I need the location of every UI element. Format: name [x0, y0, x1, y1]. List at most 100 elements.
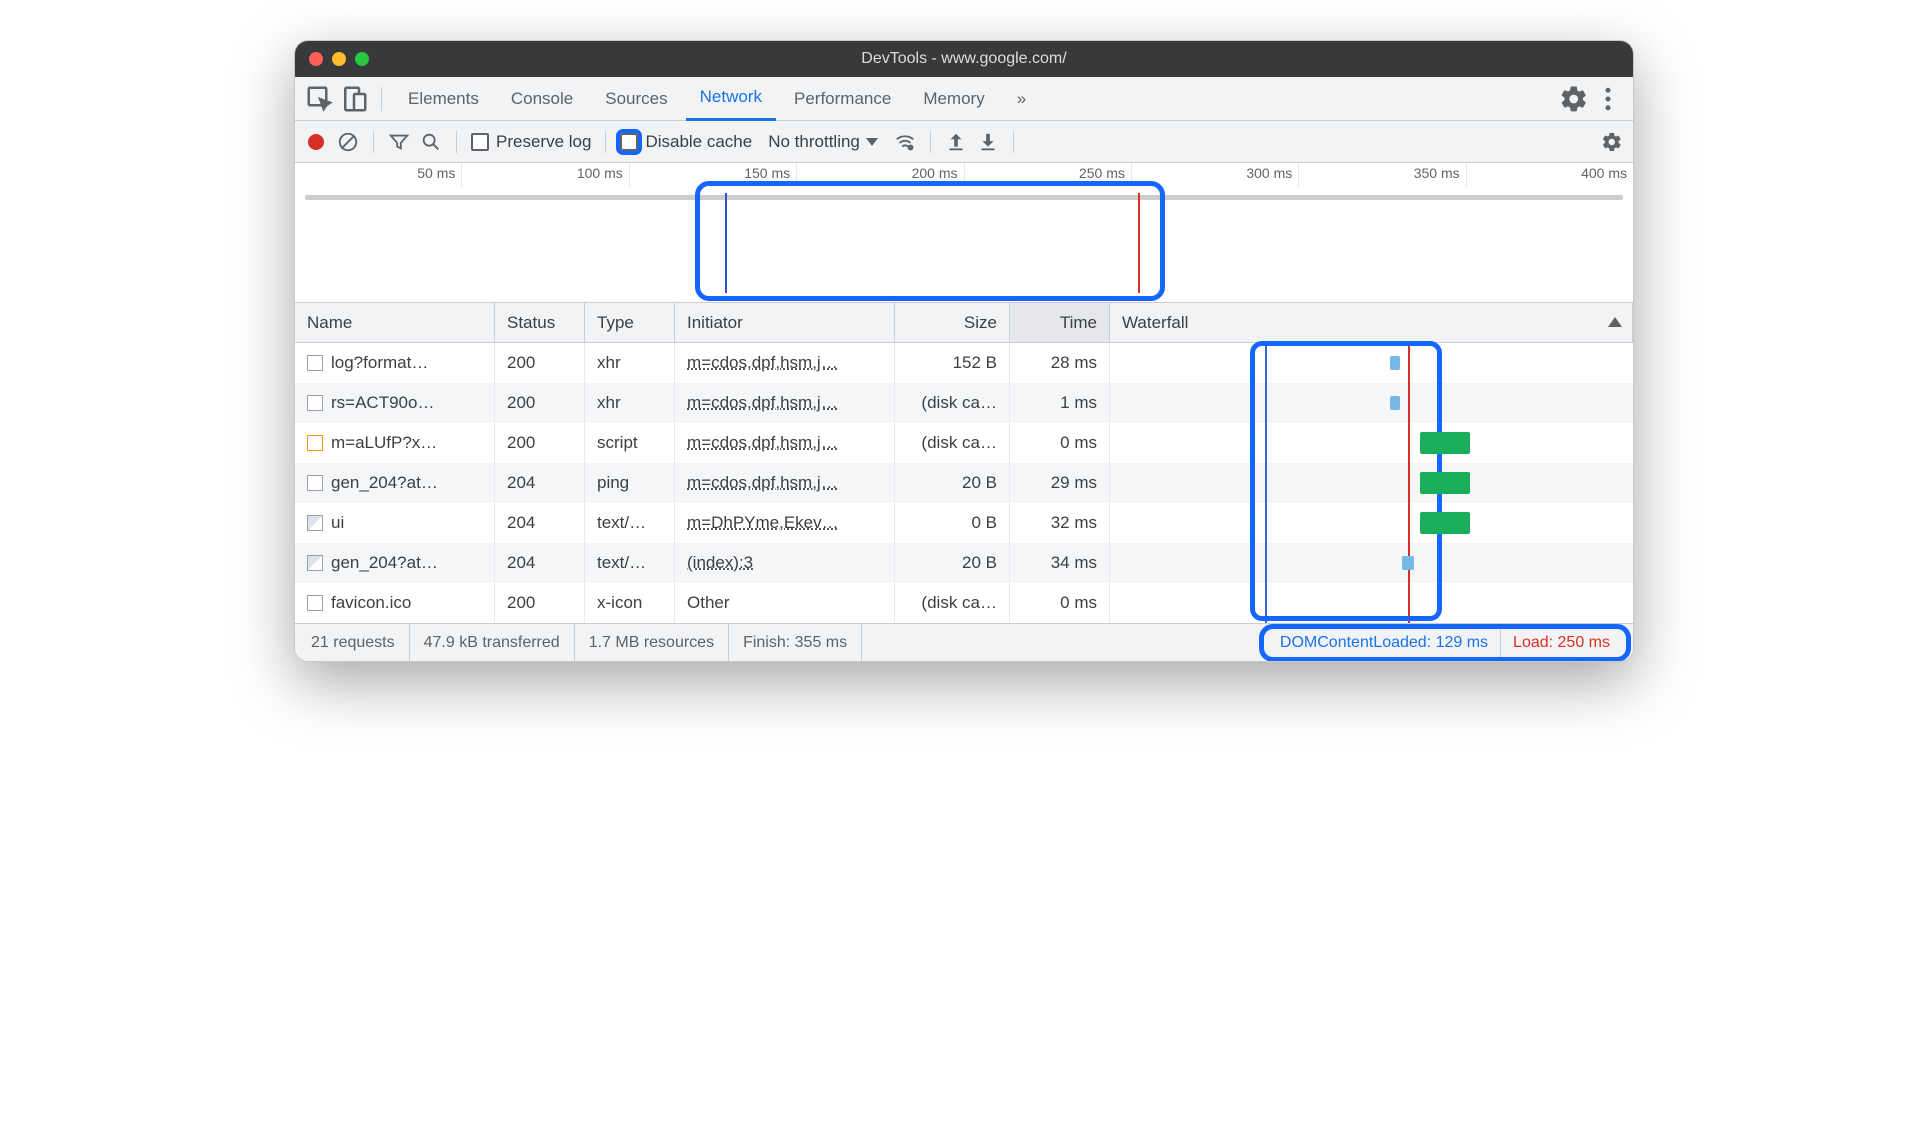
checkbox-icon — [471, 133, 489, 151]
cell-name: gen_204?at… — [295, 463, 495, 503]
cell-initiator[interactable]: (index):3 — [675, 543, 895, 583]
cell-time: 29 ms — [1010, 463, 1110, 503]
cell-initiator[interactable]: m=cdos,dpf,hsm,j… — [675, 423, 895, 463]
tab-more[interactable]: » — [1003, 77, 1040, 121]
cell-status: 200 — [495, 343, 585, 383]
cell-type: xhr — [585, 383, 675, 423]
table-header: Name Status Type Initiator Size Time Wat… — [295, 303, 1633, 343]
sort-asc-icon — [1608, 317, 1622, 327]
preserve-log-label: Preserve log — [496, 132, 591, 152]
waterfall-bar — [1390, 356, 1400, 370]
cell-time: 32 ms — [1010, 503, 1110, 543]
file-icon — [307, 435, 323, 451]
clear-icon[interactable] — [337, 131, 359, 153]
cell-status: 204 — [495, 503, 585, 543]
file-icon — [307, 395, 323, 411]
tab-sources[interactable]: Sources — [591, 77, 681, 121]
col-type[interactable]: Type — [585, 303, 675, 342]
tab-elements[interactable]: Elements — [394, 77, 493, 121]
file-icon — [307, 515, 323, 531]
waterfall-bar — [1420, 432, 1470, 454]
upload-har-icon[interactable] — [945, 131, 967, 153]
status-transferred: 47.9 kB transferred — [410, 624, 575, 661]
disable-cache-label: Disable cache — [645, 132, 752, 152]
annotation-box — [1250, 341, 1442, 621]
preserve-log-checkbox[interactable]: Preserve log — [471, 132, 591, 152]
cell-name: rs=ACT90o… — [295, 383, 495, 423]
timeline-tick: 350 ms — [1298, 163, 1465, 187]
separator — [381, 87, 382, 111]
cell-name: ui — [295, 503, 495, 543]
cell-size: (disk ca… — [895, 423, 1010, 463]
cell-initiator[interactable]: m=DhPYme,Ekev… — [675, 503, 895, 543]
col-time[interactable]: Time — [1010, 303, 1110, 342]
throttling-label: No throttling — [768, 132, 860, 152]
file-icon — [307, 355, 323, 371]
cell-type: script — [585, 423, 675, 463]
kebab-menu-icon[interactable] — [1593, 84, 1623, 114]
tab-performance[interactable]: Performance — [780, 77, 905, 121]
device-toggle-icon[interactable] — [339, 84, 369, 114]
status-bar: 21 requests 47.9 kB transferred 1.7 MB r… — [295, 623, 1633, 661]
col-size[interactable]: Size — [895, 303, 1010, 342]
panel-tabs: Elements Console Sources Network Perform… — [295, 77, 1633, 121]
cell-size: 20 B — [895, 543, 1010, 583]
settings-icon[interactable] — [1559, 84, 1589, 114]
timeline-tick: 100 ms — [461, 163, 628, 187]
cell-time: 1 ms — [1010, 383, 1110, 423]
devtools-window: DevTools - www.google.com/ Elements Cons… — [294, 40, 1634, 662]
file-icon — [307, 555, 323, 571]
checkbox-icon — [620, 133, 638, 151]
col-initiator[interactable]: Initiator — [675, 303, 895, 342]
tab-network[interactable]: Network — [686, 77, 776, 121]
cell-type: x-icon — [585, 583, 675, 623]
cell-type: ping — [585, 463, 675, 503]
timeline-tick: 50 ms — [295, 163, 461, 187]
status-load: Load: 250 ms — [1501, 629, 1622, 657]
cell-status: 204 — [495, 543, 585, 583]
cell-initiator[interactable]: Other — [675, 583, 895, 623]
cell-initiator[interactable]: m=cdos,dpf,hsm,j… — [675, 463, 895, 503]
cell-size: 0 B — [895, 503, 1010, 543]
record-button[interactable] — [305, 131, 327, 153]
cell-time: 0 ms — [1010, 423, 1110, 463]
annotation-box: DOMContentLoaded: 129 ms Load: 250 ms — [1259, 624, 1631, 662]
cell-time: 0 ms — [1010, 583, 1110, 623]
col-status[interactable]: Status — [495, 303, 585, 342]
status-finish: Finish: 355 ms — [729, 624, 862, 661]
waterfall-bar — [1420, 472, 1470, 494]
window-title: DevTools - www.google.com/ — [295, 50, 1633, 68]
download-har-icon[interactable] — [977, 131, 999, 153]
col-name[interactable]: Name — [295, 303, 495, 342]
request-table: log?format… 200 xhr m=cdos,dpf,hsm,j… 15… — [295, 343, 1633, 623]
inspect-icon[interactable] — [305, 84, 335, 114]
overview-timeline[interactable]: 50 ms100 ms150 ms200 ms250 ms300 ms350 m… — [295, 163, 1633, 303]
cell-size: 20 B — [895, 463, 1010, 503]
cell-status: 204 — [495, 463, 585, 503]
chevron-down-icon — [866, 138, 878, 146]
search-icon[interactable] — [420, 131, 442, 153]
timeline-tick: 400 ms — [1466, 163, 1633, 187]
cell-initiator[interactable]: m=cdos,dpf,hsm,j… — [675, 343, 895, 383]
waterfall-overlay — [1110, 343, 1633, 623]
tab-console[interactable]: Console — [497, 77, 587, 121]
filter-icon[interactable] — [388, 131, 410, 153]
cell-initiator[interactable]: m=cdos,dpf,hsm,j… — [675, 383, 895, 423]
annotation-box — [695, 181, 1165, 301]
cell-status: 200 — [495, 383, 585, 423]
status-dcl: DOMContentLoaded: 129 ms — [1268, 629, 1501, 657]
cell-type: text/… — [585, 543, 675, 583]
file-icon — [307, 475, 323, 491]
disable-cache-checkbox[interactable]: Disable cache — [620, 132, 752, 152]
col-waterfall[interactable]: Waterfall — [1110, 303, 1633, 342]
network-settings-icon[interactable] — [1601, 131, 1623, 153]
cell-name: favicon.ico — [295, 583, 495, 623]
cell-type: xhr — [585, 343, 675, 383]
file-icon — [307, 595, 323, 611]
cell-status: 200 — [495, 583, 585, 623]
network-conditions-icon[interactable] — [894, 131, 916, 153]
tab-memory[interactable]: Memory — [909, 77, 998, 121]
network-toolbar: Preserve log Disable cache No throttling — [295, 121, 1633, 163]
titlebar: DevTools - www.google.com/ — [295, 41, 1633, 77]
throttling-select[interactable]: No throttling — [762, 132, 884, 152]
